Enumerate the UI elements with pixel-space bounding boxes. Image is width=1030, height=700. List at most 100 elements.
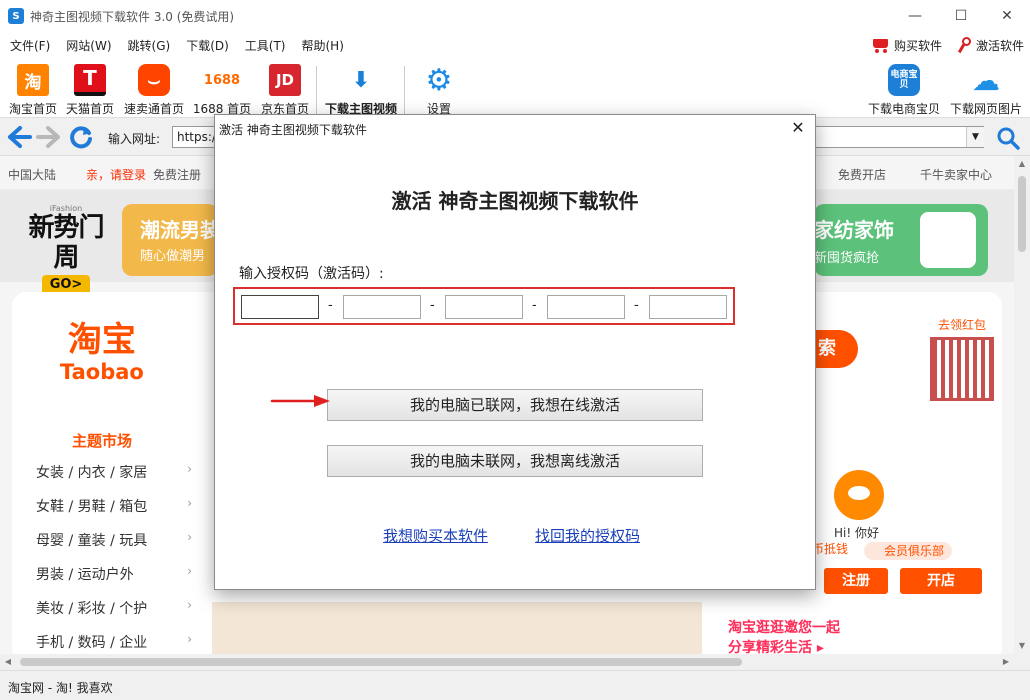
toolbar-tmall-home[interactable]: T 天猫首页 [64,64,116,117]
scroll-thumb[interactable] [1018,176,1026,252]
scroll-left-icon[interactable]: ◀ [0,654,16,670]
member-club-badge[interactable]: 会员俱乐部 [864,542,953,560]
toolbar-separator [404,66,405,114]
site-search-button[interactable]: 索 [814,330,858,368]
taobao-logo[interactable]: 淘宝 Taobao [60,320,144,384]
search-icon[interactable] [996,126,1020,150]
category-item[interactable]: 美妆 / 彩妆 / 个护 › [36,598,192,632]
tmall-icon: T [74,64,106,96]
scroll-thumb[interactable] [20,658,742,666]
home-textile-image [920,212,976,268]
horizontal-scrollbar[interactable]: ◀ ▶ [0,654,1014,670]
scroll-down-icon[interactable]: ▼ [1014,638,1030,654]
open-shop-link[interactable]: 免费开店 [838,166,886,183]
maximize-button[interactable]: ☐ [938,0,984,32]
activation-code-field-1[interactable] [241,295,319,319]
login-link[interactable]: 亲，请登录 [86,166,146,183]
cloud-download-icon: ☁ [972,63,1000,97]
offline-activate-button[interactable]: 我的电脑未联网，我想离线激活 [327,445,703,477]
promo-text[interactable]: 淘宝逛逛邀您一起 分享精彩生活 ▸ [728,618,840,654]
forward-arrow-icon[interactable] [36,124,62,150]
menu-tools[interactable]: 工具(T) [245,37,286,54]
taobao-icon: 淘 [17,64,49,96]
activate-software-button[interactable]: 激活软件 [957,37,1024,54]
minimize-button[interactable]: — [892,0,938,32]
activation-code-field-5[interactable] [649,295,727,319]
taobao-logo-cn: 淘宝 [67,320,136,360]
taobao-logo-en: Taobao [60,360,144,384]
activation-code-field-2[interactable] [343,295,421,319]
theme-market-title: 主题市场 [72,432,133,450]
buy-software-label: 购买软件 [893,38,942,53]
category-item[interactable]: 女鞋 / 男鞋 / 箱包 › [36,496,192,530]
promo-line-2: 分享精彩生活 ▸ [728,640,824,654]
toolbar-download-ecommerce[interactable]: 电商宝贝 下载电商宝贝 [866,64,942,117]
menswear-banner[interactable]: 潮流男装 随心做潮男 [122,204,220,276]
address-label: 输入网址: [108,132,161,146]
region-selector[interactable]: 中国大陆 [8,166,56,183]
dialog-heading: 激活 神奇主图视频下载软件 [391,189,639,213]
activation-code-label: 输入授权码（激活码）: [239,266,384,282]
toolbar-taobao-home[interactable]: 淘 淘宝首页 [8,64,58,117]
menu-website[interactable]: 网站(W) [66,37,111,54]
retrieve-code-link[interactable]: 找回我的授权码 [535,525,640,546]
toolbar-label: 淘宝首页 [8,102,57,116]
menu-goto[interactable]: 跳转(G) [128,37,171,54]
shopping-cart-icon [870,37,890,53]
toolbar-1688-home[interactable]: 1688 1688 首页 [192,64,252,117]
key-icon [957,37,972,54]
menu-right-actions: 购买软件 激活软件 [870,32,1024,58]
code-separator: - [634,298,639,313]
app-icon: S [8,8,24,24]
toolbar-jd-home[interactable]: JD 京东首页 [258,64,312,117]
toolbar-label: 速卖通首页 [123,102,184,116]
menu-help[interactable]: 帮助(H) [302,37,344,54]
scroll-up-icon[interactable]: ▲ [1014,156,1030,172]
online-activate-button[interactable]: 我的电脑已联网，我想在线激活 [327,389,703,421]
code-separator: - [532,298,537,313]
title-bar: S 神奇主图视频下载软件 3.0 (免费试用) — ☐ ✕ [0,0,1030,32]
promo-image [212,602,702,654]
greeting: Hi! 你好 [834,526,879,540]
refresh-icon[interactable] [68,124,94,150]
window-title: 神奇主图视频下载软件 3.0 (免费试用) [30,9,235,24]
dialog-close-button[interactable]: ✕ [787,117,809,139]
category-label: 美妆 / 彩妆 / 个护 [36,601,148,617]
status-bar: 淘宝网 - 淘! 我喜欢 [0,670,1030,700]
mascot-avatar [834,470,884,520]
activation-code-field-4[interactable] [547,295,625,319]
category-item[interactable]: 女装 / 内衣 / 家居 › [36,462,192,496]
back-arrow-icon[interactable] [6,124,32,150]
menswear-title: 潮流男装 [140,218,220,242]
buy-software-button[interactable]: 购买软件 [870,37,942,54]
category-label: 手机 / 数码 / 企业 [36,635,148,651]
register-link[interactable]: 免费注册 [153,166,201,183]
dialog-title: 激活 神奇主图视频下载软件 [219,123,367,137]
ifashion-logo[interactable]: iFashion 新势门周 GO> [24,204,108,295]
category-item[interactable]: 男装 / 运动户外 › [36,564,192,598]
toolbar-download-web-images[interactable]: ☁ 下载网页图片 [948,64,1024,117]
code-separator: - [430,298,435,313]
menu-download[interactable]: 下载(D) [186,37,229,54]
url-dropdown-button[interactable]: ▼ [966,127,984,147]
register-button[interactable]: 注册 [824,568,888,594]
activation-code-field-3[interactable] [445,295,523,319]
toolbar-aliexpress-home[interactable]: ⌣ 速卖通首页 [122,64,186,117]
scroll-right-icon[interactable]: ▶ [998,654,1014,670]
coin-text[interactable]: 币抵钱 [812,540,848,557]
toolbar-settings[interactable]: ⚙ 设置 [416,62,462,117]
open-shop-button[interactable]: 开店 [900,568,982,594]
seller-center-link[interactable]: 千牛卖家中心 [920,166,992,183]
menu-file[interactable]: 文件(F) [10,37,50,54]
category-item[interactable]: 母婴 / 童装 / 玩具 › [36,530,192,564]
home-textile-banner[interactable]: 家纺家饰 新囤货疯抢 [814,204,988,276]
vertical-scrollbar[interactable]: ▲ ▼ [1014,156,1030,654]
category-label: 女鞋 / 男鞋 / 箱包 [36,499,148,515]
buy-software-link[interactable]: 我想购买本软件 [383,525,488,546]
category-item[interactable]: 手机 / 数码 / 企业 › [36,632,192,654]
settings-gear-icon: ⚙ [425,62,453,98]
chevron-down-icon: ▼ [972,132,979,142]
red-packet-panel[interactable]: 去领红包 [926,316,998,401]
close-button[interactable]: ✕ [984,0,1030,32]
toolbar-download-video[interactable]: ⬇ 下载主图视频 [322,64,400,117]
